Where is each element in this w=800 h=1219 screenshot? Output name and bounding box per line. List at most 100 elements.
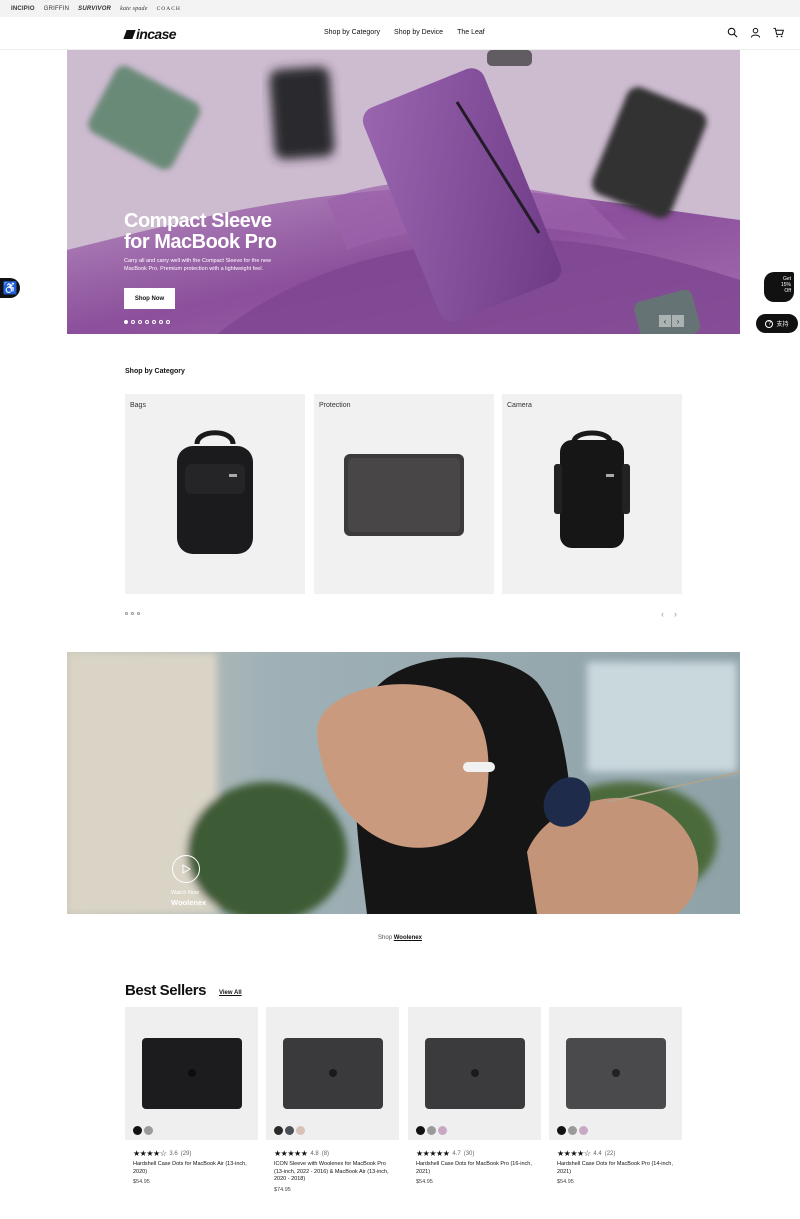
- logo-mark-icon: [123, 29, 136, 39]
- chevron-right-icon[interactable]: ›: [672, 315, 684, 327]
- product-name[interactable]: ICON Sleeve with Woolenex for MacBook Pr…: [274, 1161, 391, 1184]
- slide-dot[interactable]: [131, 320, 135, 324]
- slide-dot[interactable]: [124, 320, 128, 324]
- account-icon[interactable]: [750, 27, 761, 38]
- product-card[interactable]: ★★★★★ 4.8 (8) ICON Sleeve with Woolenex for…: [266, 1007, 399, 1193]
- brand-link-coach[interactable]: COACH: [157, 6, 181, 12]
- hero-title: Compact Sleeve for MacBook Pro: [124, 211, 277, 253]
- hero-description: Carry all and carry well with the Compac…: [124, 258, 272, 272]
- shop-woolenex-line: Shop Woolenex: [0, 935, 800, 941]
- category-card-camera[interactable]: Camera: [502, 394, 682, 594]
- product-rating: ★★★★★ 4.8 (8): [274, 1149, 399, 1158]
- brand-link-kate-spade[interactable]: kate spade: [120, 6, 148, 12]
- play-button[interactable]: [172, 855, 200, 883]
- review-count: (22): [604, 1150, 616, 1157]
- star-rating-icon: ★★★★☆: [133, 1149, 167, 1158]
- slide-dot[interactable]: [152, 320, 156, 324]
- slide-dot[interactable]: [166, 320, 170, 324]
- cart-icon[interactable]: [773, 27, 784, 38]
- brand-link-incipio[interactable]: INCIPIO: [11, 6, 35, 12]
- promo-tab[interactable]: Get 15% Off: [764, 272, 794, 302]
- search-icon[interactable]: [727, 27, 738, 38]
- product-card[interactable]: ★★★★☆ 4.4 (22) Hardshell Case Dots for MacB…: [549, 1007, 682, 1185]
- accessibility-icon[interactable]: ♿: [0, 278, 20, 298]
- hero-title-line-2: for MacBook Pro: [124, 231, 277, 253]
- star-rating-icon: ★★★★★: [416, 1149, 450, 1158]
- category-label-bags: Bags: [130, 402, 146, 409]
- chevron-left-icon[interactable]: ‹: [659, 315, 671, 327]
- rating-value: 4.8: [310, 1150, 319, 1157]
- shop-woolenex-link[interactable]: Woolenex: [394, 935, 422, 941]
- shop-prefix: Shop: [378, 935, 393, 941]
- chevron-right-icon[interactable]: ›: [674, 609, 677, 619]
- category-label-camera: Camera: [507, 402, 532, 409]
- watch-now-label: Watch Now: [171, 890, 199, 896]
- slide-dot[interactable]: [159, 320, 163, 324]
- view-all-link[interactable]: View All: [219, 990, 242, 996]
- shop-now-button[interactable]: Shop Now: [124, 288, 175, 309]
- header-icons: [727, 27, 784, 38]
- color-swatch[interactable]: [568, 1126, 577, 1135]
- sleeve-image: [344, 454, 464, 536]
- color-swatch[interactable]: [427, 1126, 436, 1135]
- best-sellers-title: Best Sellers: [125, 982, 207, 999]
- product-name[interactable]: Hardshell Case Dots for MacBook Pro (14-…: [557, 1161, 674, 1176]
- product-name[interactable]: Hardshell Case Dots for MacBook Pro (16-…: [416, 1161, 533, 1176]
- category-card-bags[interactable]: Bags: [125, 394, 305, 594]
- star-rating-icon: ★★★★★: [274, 1149, 308, 1158]
- support-button[interactable]: ? 支持: [756, 314, 798, 333]
- carousel-dot[interactable]: [131, 612, 134, 615]
- color-swatches: [557, 1126, 588, 1135]
- category-section-title: Shop by Category: [125, 368, 185, 375]
- incase-logo[interactable]: incase: [123, 26, 177, 42]
- hero-slide-dots: [124, 320, 170, 324]
- product-rating: ★★★★☆ 3.6 (29): [133, 1149, 258, 1158]
- color-swatch[interactable]: [438, 1126, 447, 1135]
- color-swatch[interactable]: [579, 1126, 588, 1135]
- logo-text: incase: [136, 26, 177, 42]
- color-swatch[interactable]: [416, 1126, 425, 1135]
- chevron-left-icon[interactable]: ‹: [661, 609, 664, 619]
- laptop-case-image: [142, 1038, 242, 1109]
- hero-arrows: ‹ ›: [659, 315, 684, 327]
- slide-dot[interactable]: [145, 320, 149, 324]
- nav-shop-by-device[interactable]: Shop by Device: [394, 29, 443, 36]
- category-carousel-arrows: ‹ ›: [661, 609, 677, 619]
- video-banner[interactable]: Watch Now Woolenex: [67, 652, 740, 914]
- category-card-protection[interactable]: Protection: [314, 394, 494, 594]
- brand-link-griffin[interactable]: GRIFFIN: [44, 6, 69, 12]
- product-rating: ★★★★★ 4.7 (30): [416, 1149, 541, 1158]
- product-card[interactable]: ★★★★☆ 3.6 (29) Hardshell Case Dots for MacB…: [125, 1007, 258, 1185]
- product-name[interactable]: Hardshell Case Dots for MacBook Air (13-…: [133, 1161, 250, 1176]
- category-label-protection: Protection: [319, 402, 351, 409]
- rating-value: 3.6: [169, 1150, 178, 1157]
- color-swatches: [274, 1126, 305, 1135]
- color-swatch[interactable]: [557, 1126, 566, 1135]
- main-nav: Shop by Category Shop by Device The Leaf: [324, 29, 485, 36]
- rating-value: 4.7: [452, 1150, 461, 1157]
- review-count: (29): [180, 1150, 192, 1157]
- color-swatch[interactable]: [133, 1126, 142, 1135]
- color-swatch[interactable]: [144, 1126, 153, 1135]
- video-still-image: [67, 652, 740, 914]
- slide-dot[interactable]: [138, 320, 142, 324]
- product-image[interactable]: [408, 1007, 541, 1140]
- nav-the-leaf[interactable]: The Leaf: [457, 29, 485, 36]
- star-rating-icon: ★★★★☆: [557, 1149, 591, 1158]
- product-card[interactable]: ★★★★★ 4.7 (30) Hardshell Case Dots for MacB…: [408, 1007, 541, 1185]
- color-swatch[interactable]: [274, 1126, 283, 1135]
- support-label: 支持: [776, 322, 789, 328]
- color-swatches: [133, 1126, 153, 1135]
- product-image[interactable]: [125, 1007, 258, 1140]
- color-swatch[interactable]: [296, 1126, 305, 1135]
- carousel-dot[interactable]: [125, 612, 128, 615]
- nav-shop-by-category[interactable]: Shop by Category: [324, 29, 380, 36]
- product-image[interactable]: [549, 1007, 682, 1140]
- laptop-case-image: [425, 1038, 525, 1109]
- review-count: (30): [463, 1150, 475, 1157]
- brand-link-survivor[interactable]: SURVIVOR: [78, 6, 111, 12]
- color-swatch[interactable]: [285, 1126, 294, 1135]
- product-image[interactable]: [266, 1007, 399, 1140]
- rating-value: 4.4: [593, 1150, 602, 1157]
- carousel-dot[interactable]: [137, 612, 140, 615]
